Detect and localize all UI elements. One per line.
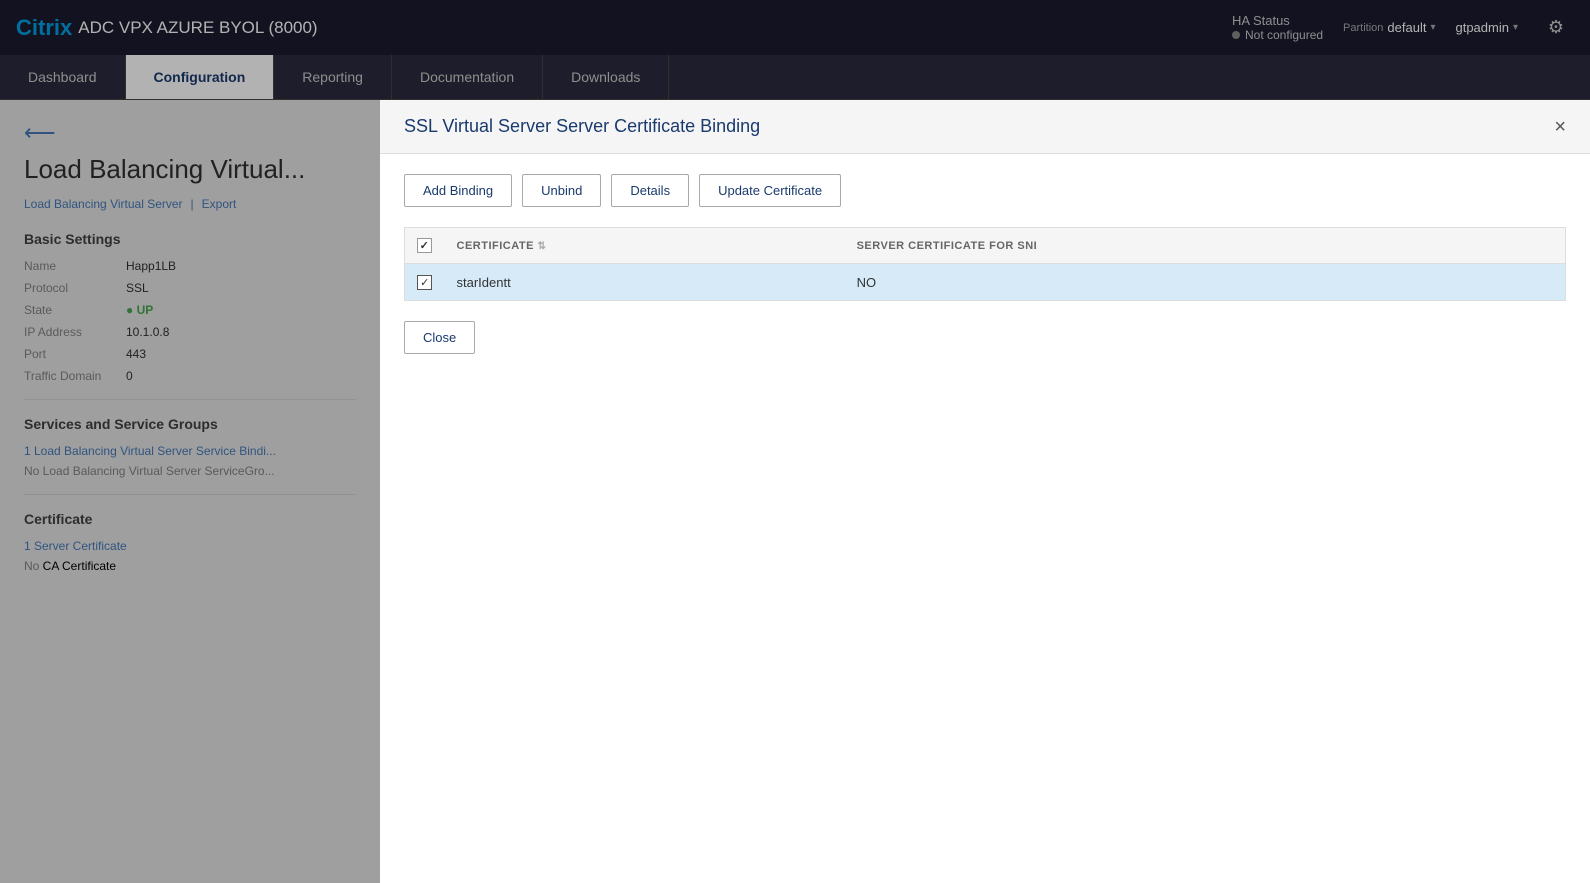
header-checkbox[interactable]: ✓ <box>417 238 432 253</box>
certificate-table: ✓ CERTIFICATE ⇅ SERVER CERTIFICATE FOR S… <box>404 227 1566 301</box>
close-button-bottom[interactable]: Close <box>404 321 475 354</box>
row-checkbox[interactable] <box>417 275 432 290</box>
table-header: ✓ CERTIFICATE ⇅ SERVER CERTIFICATE FOR S… <box>405 228 1566 264</box>
modal-header: SSL Virtual Server Server Certificate Bi… <box>380 100 1590 154</box>
modal: SSL Virtual Server Server Certificate Bi… <box>380 100 1590 883</box>
row-certificate: starIdentt <box>445 264 845 301</box>
close-btn-row: Close <box>404 321 1566 354</box>
modal-actions: Add Binding Unbind Details Update Certif… <box>404 174 1566 207</box>
close-button[interactable]: × <box>1554 117 1566 137</box>
table-row[interactable]: starIdentt NO <box>405 264 1566 301</box>
row-checkbox-cell <box>405 264 445 301</box>
col-sni: SERVER CERTIFICATE FOR SNI <box>845 228 1566 264</box>
row-sni: NO <box>845 264 1566 301</box>
col-certificate-label: CERTIFICATE <box>457 240 534 252</box>
sort-icon: ⇅ <box>537 241 546 252</box>
unbind-button[interactable]: Unbind <box>522 174 601 207</box>
table-body: starIdentt NO <box>405 264 1566 301</box>
details-button[interactable]: Details <box>611 174 689 207</box>
col-certificate: CERTIFICATE ⇅ <box>445 228 845 264</box>
modal-body: Add Binding Unbind Details Update Certif… <box>380 154 1590 883</box>
add-binding-button[interactable]: Add Binding <box>404 174 512 207</box>
update-certificate-button[interactable]: Update Certificate <box>699 174 841 207</box>
col-checkbox: ✓ <box>405 228 445 264</box>
modal-title: SSL Virtual Server Server Certificate Bi… <box>404 116 760 137</box>
col-sni-label: SERVER CERTIFICATE FOR SNI <box>857 240 1038 252</box>
